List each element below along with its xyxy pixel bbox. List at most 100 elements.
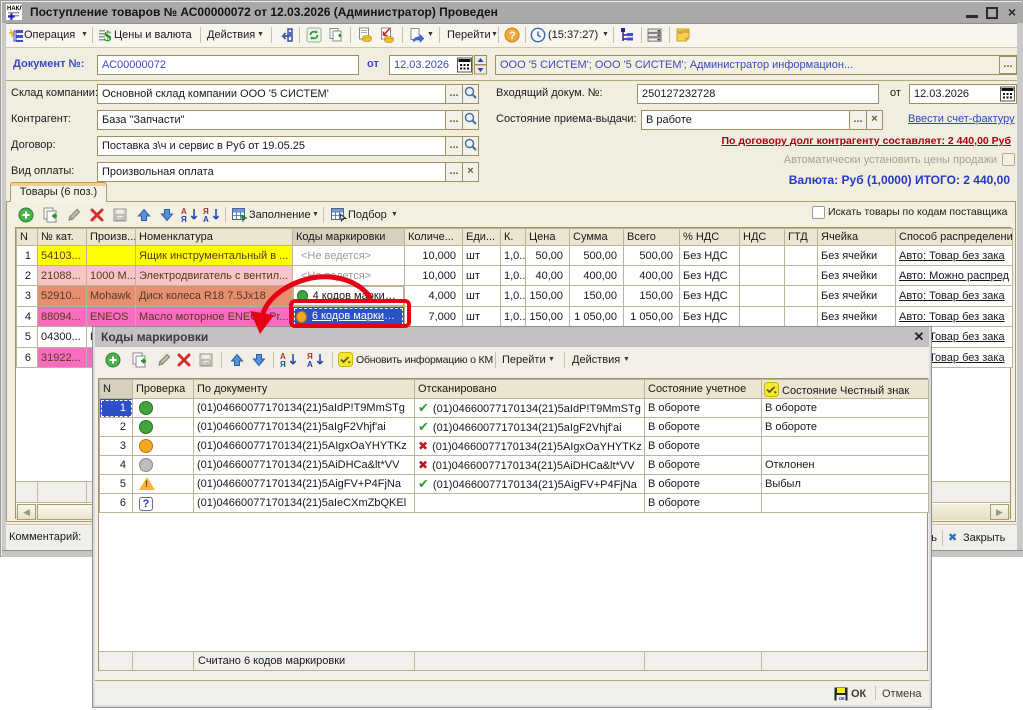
calendar-icon[interactable] <box>1000 86 1015 102</box>
scanned-code-cell[interactable]: ✔(01)04660077170134(21)5aIdP!T9MmSTg <box>415 399 645 418</box>
vat-sum-cell[interactable] <box>740 286 785 307</box>
distribution-cell[interactable]: Авто: Товар без зака <box>896 286 1013 307</box>
column-header[interactable]: НДС <box>740 229 785 246</box>
manufacturer-cell[interactable]: ENEOS <box>87 307 136 327</box>
scanned-code-cell[interactable]: ✖(01)04660077170134(21)5AiDHCa&lt*VV <box>415 456 645 475</box>
total-cell[interactable]: 1 050,00 <box>624 307 680 327</box>
close-form-button[interactable]: Закрыть <box>963 526 1005 550</box>
maximize-button[interactable] <box>986 7 998 19</box>
dlg-move-up-icon[interactable] <box>228 351 246 369</box>
structure-icon[interactable] <box>619 27 635 43</box>
sort-asc-icon[interactable]: АЯ <box>180 206 201 224</box>
check-status-cell[interactable] <box>133 437 194 456</box>
warehouse-cell-cell[interactable]: Без ячейки <box>818 246 896 266</box>
state-select-button[interactable]: ... <box>849 110 867 130</box>
dialog-column-header[interactable]: N <box>100 380 133 399</box>
dlg-add-row-icon[interactable] <box>104 351 122 369</box>
scanned-code-cell[interactable] <box>415 494 645 513</box>
scanned-code-cell[interactable]: ✔(01)04660077170134(21)5AigFV+P4FjNa <box>415 475 645 494</box>
chz-state-cell[interactable]: Отклонен <box>762 456 929 475</box>
sort-desc-icon[interactable]: ЯА <box>202 206 223 224</box>
output-icon[interactable] <box>409 27 425 43</box>
end-edit-icon[interactable]: ОК <box>111 206 129 224</box>
gtd-cell[interactable] <box>785 246 818 266</box>
distribution-cell[interactable]: Авто: Можно распред <box>896 266 1013 286</box>
warehouse-cell-cell[interactable]: Без ячейки <box>818 286 896 307</box>
date-spinner[interactable] <box>474 55 487 75</box>
operation-icon[interactable] <box>8 27 24 43</box>
catalog-number-cell[interactable]: 52910... <box>38 286 87 307</box>
incoming-doc-field[interactable]: 250127232728 <box>637 84 879 104</box>
check-status-cell[interactable] <box>133 456 194 475</box>
code-by-document-cell[interactable]: (01)04660077170134(21)5AiDHCa&lt*VV <box>194 456 415 475</box>
field-value[interactable]: Поставка з\ч и сервис в Руб от 19.05.25 <box>97 136 446 156</box>
row-number-cell[interactable]: 4 <box>17 307 38 327</box>
state-field[interactable]: В работе <box>641 110 850 130</box>
clear-button[interactable]: × <box>462 162 479 182</box>
dlg-sort-desc-icon[interactable]: ЯА <box>306 351 327 369</box>
add-row-icon[interactable] <box>17 206 35 224</box>
total-cell[interactable]: 400,00 <box>624 266 680 286</box>
column-header[interactable]: Всего <box>624 229 680 246</box>
account-state-cell[interactable]: В обороте <box>645 437 762 456</box>
account-state-cell[interactable]: В обороте <box>645 494 762 513</box>
catalog-number-cell[interactable]: 88094... <box>38 307 87 327</box>
doc-number-field[interactable]: АС00000072 <box>97 55 359 75</box>
gtd-cell[interactable] <box>785 266 818 286</box>
sum-cell[interactable]: 400,00 <box>570 266 624 286</box>
marking-codes-cell[interactable]: 6 кодов маркировки <box>293 307 405 327</box>
sum-cell[interactable]: 500,00 <box>570 246 624 266</box>
reread-icon[interactable] <box>278 27 294 43</box>
manufacturer-cell[interactable] <box>87 246 136 266</box>
post-document-icon[interactable] <box>357 27 373 43</box>
row-number-cell[interactable]: 1 <box>100 399 133 418</box>
column-header[interactable]: ГТД <box>785 229 818 246</box>
quantity-cell[interactable]: 7,000 <box>405 307 463 327</box>
check-status-cell[interactable]: ? <box>133 494 194 513</box>
column-header[interactable]: Ячейка <box>818 229 896 246</box>
calendar-icon[interactable] <box>457 57 472 73</box>
open-button[interactable] <box>462 110 479 130</box>
refresh-icon[interactable] <box>306 27 322 43</box>
time-label[interactable]: (15:37:27) <box>548 23 598 47</box>
select-button[interactable]: ... <box>445 84 463 104</box>
search-by-codes-checkbox[interactable] <box>812 206 825 219</box>
note-icon[interactable]: NOTE <box>675 27 691 43</box>
dialog-column-header[interactable]: Состояние учетное <box>645 380 762 399</box>
actions-button[interactable]: Действия <box>207 23 255 47</box>
dlg-edit-row-icon[interactable] <box>155 351 173 369</box>
field-value[interactable]: Основной склад компании ООО '5 СИСТЕМ' <box>97 84 446 104</box>
column-header[interactable]: Цена <box>526 229 570 246</box>
column-header[interactable]: N <box>17 229 38 246</box>
code-by-document-cell[interactable]: (01)04660077170134(21)5aIeCXmZbQKEl <box>194 494 415 513</box>
nomenclature-cell[interactable]: Диск колеса R18 7.5Jx18 <box>136 286 293 307</box>
fill-button[interactable]: Заполнение <box>249 203 311 227</box>
money-icon[interactable]: $ <box>98 27 114 43</box>
scroll-left-button[interactable]: ◀ <box>17 504 36 520</box>
fill-icon[interactable] <box>231 206 249 224</box>
dialog-column-header[interactable]: Отсканировано <box>415 380 645 399</box>
price-cell[interactable]: 150,00 <box>526 286 570 307</box>
row-number-cell[interactable]: 4 <box>100 456 133 475</box>
coefficient-cell[interactable]: 1,0... <box>501 307 526 327</box>
quantity-cell[interactable]: 4,000 <box>405 286 463 307</box>
row-number-cell[interactable]: 5 <box>100 475 133 494</box>
dialog-cancel-button[interactable]: Отмена <box>882 683 921 705</box>
operation-button[interactable]: Операция <box>24 23 75 47</box>
total-cell[interactable]: 500,00 <box>624 246 680 266</box>
manufacturer-cell[interactable]: 1000 М... <box>87 266 136 286</box>
column-header[interactable]: Количе... <box>405 229 463 246</box>
chz-state-cell[interactable]: В обороте <box>762 418 929 437</box>
code-by-document-cell[interactable]: (01)04660077170134(21)5AigFV+P4FjNa <box>194 475 415 494</box>
minimize-button[interactable] <box>966 15 978 18</box>
prices-currency-button[interactable]: Цены и валюта <box>114 23 192 47</box>
autoprice-checkbox[interactable] <box>1002 153 1015 166</box>
nomenclature-cell[interactable]: Электродвигатель с вентил... <box>136 266 293 286</box>
account-state-cell[interactable]: В обороте <box>645 475 762 494</box>
open-button[interactable] <box>462 136 479 156</box>
pick-icon[interactable] <box>330 206 348 224</box>
select-button[interactable]: ... <box>445 110 463 130</box>
field-value[interactable]: Произвольная оплата <box>97 162 446 182</box>
marking-codes-cell[interactable]: 4 кодов маркировки <box>293 286 404 306</box>
row-number-cell[interactable]: 2 <box>100 418 133 437</box>
